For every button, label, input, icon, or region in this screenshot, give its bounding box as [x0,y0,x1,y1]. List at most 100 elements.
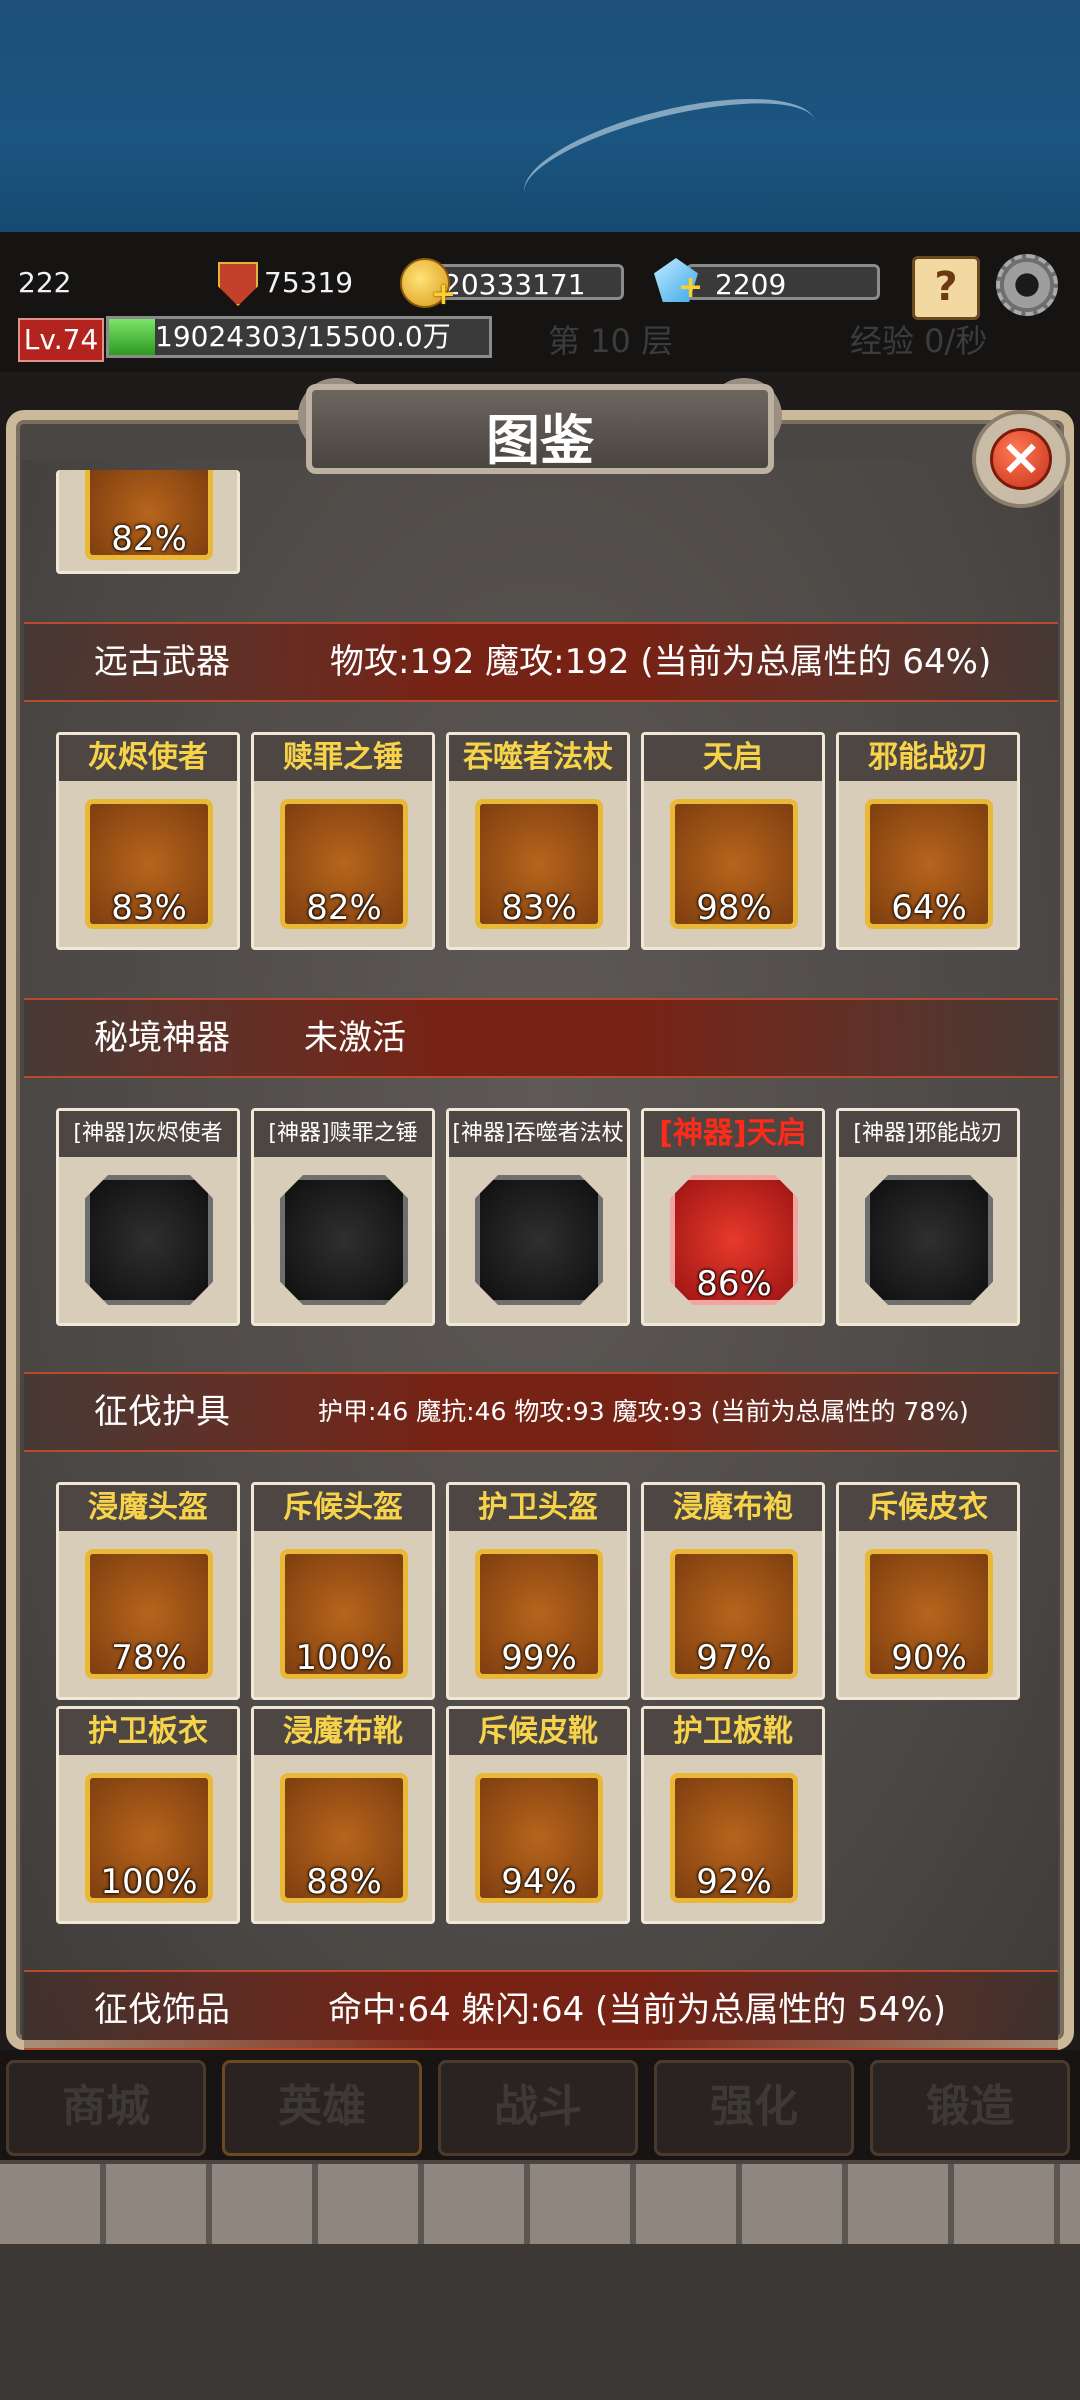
dagger-icon: 98% [670,799,798,929]
item-name: 斥候皮靴 [449,1709,627,1755]
plate-boots-icon: 92% [670,1773,798,1903]
item-name: 护卫板靴 [644,1709,822,1755]
item-card[interactable]: 斥候皮靴 94% [446,1706,630,1924]
item-card[interactable]: 浸魔布靴 88% [251,1706,435,1924]
artifact-card[interactable]: [神器]灰烬使者 [56,1108,240,1326]
artifact-card[interactable]: [神器]邪能战刃 [836,1108,1020,1326]
xp-bar: 19024303/15500.0万 [106,316,492,358]
gold-coin-icon[interactable]: + [400,258,456,312]
item-name: 浸魔头盔 [59,1485,237,1531]
gem-value: 2209 [715,268,787,301]
item-pct: 78% [111,1638,187,1678]
section-stats: 物攻:192 魔攻:192 (当前为总属性的 64%) [330,642,992,682]
sky-arc-decoration [512,75,828,241]
item-card[interactable]: 吞噬者法杖 83% [446,732,630,950]
dagger-artifact-icon: 86% [670,1175,798,1305]
nav-tab-enhance[interactable]: 强化 [654,2060,854,2156]
item-pct: 88% [306,1862,382,1902]
hat-icon: 100% [280,1549,408,1679]
exp-rate-behind: 经验 0/秒 [850,322,988,360]
item-pct: 82% [306,888,382,928]
section-status: 未激活 [304,1018,406,1058]
item-card[interactable]: 护卫板衣 100% [56,1706,240,1924]
help-book-icon[interactable]: ? [912,256,980,320]
item-pct: 90% [891,1638,967,1678]
section-name: 征伐护具 [94,1392,230,1432]
xp-bar-fill [109,319,155,355]
panel-title: 图鉴 [486,409,594,472]
sword-icon: 83% [85,799,213,929]
gem-counter: 2209 [686,264,880,301]
artifact-card[interactable]: [神器]赎罪之锤 [251,1108,435,1326]
leather-vest-icon: 90% [865,1549,993,1679]
item-card[interactable]: 天启 98% [641,732,825,950]
xp-text: 19024303/15500.0万 [155,320,451,353]
item-name: 护卫板衣 [59,1709,237,1755]
artifact-name: [神器]邪能战刃 [839,1111,1017,1157]
nav-tab-forge[interactable]: 锻造 [870,2060,1070,2156]
artifact-name: [神器]吞噬者法杖 [449,1111,627,1157]
item-name: 天启 [644,735,822,781]
item-card[interactable]: 斥候皮衣 90% [836,1482,1020,1700]
item-name: 赎罪之锤 [254,735,432,781]
leather-boots-icon: 94% [475,1773,603,1903]
item-pct: 99% [501,1638,577,1678]
level-badge: Lv.74 [18,318,104,362]
item-pct: 92% [696,1862,772,1902]
staff-icon: 83% [475,799,603,929]
hammer-icon: 82% [280,799,408,929]
section-secret-artifacts-header: 秘境神器 未激活 [24,998,1058,1078]
add-gold-icon: + [430,277,456,312]
brick-wall-decoration [0,2160,1080,2248]
settings-gear-icon[interactable] [996,254,1058,316]
artifact-card[interactable]: [神器]吞噬者法杖 [446,1108,630,1326]
item-name: 灰烬使者 [59,735,237,781]
section-name: 秘境神器 [94,1018,230,1058]
nav-tab-shop[interactable]: 商城 [6,2060,206,2156]
nav-tab-hero[interactable]: 英雄 [222,2060,422,2156]
section-stats: 命中:64 躲闪:64 (当前为总属性的 54%) [328,1990,946,2030]
cloth-boots-icon: 88% [280,1773,408,1903]
item-card[interactable]: 灰烬使者 83% [56,732,240,950]
partial-card[interactable]: 82% [56,470,240,574]
item-name: 浸魔布袍 [644,1485,822,1531]
item-card[interactable]: 邪能战刃 64% [836,732,1020,950]
artifact-name: [神器]赎罪之锤 [254,1111,432,1157]
item-card[interactable]: 护卫头盔 99% [446,1482,630,1700]
item-pct: 94% [501,1862,577,1902]
item-card[interactable]: 斥候头盔 100% [251,1482,435,1700]
hud-left-number: 222 [18,266,72,299]
item-card[interactable]: 浸魔布袍 97% [641,1482,825,1700]
item-pct: 83% [111,888,187,928]
item-pct: 100% [295,1638,393,1678]
section-conquest-accessories-header: 征伐饰品 命中:64 躲闪:64 (当前为总属性的 54%) [24,1970,1058,2050]
item-name: 斥候皮衣 [839,1485,1017,1531]
artifact-name: [神器]灰烬使者 [59,1111,237,1157]
item-pct: 83% [501,888,577,928]
ground-background [0,2244,1080,2400]
item-card[interactable]: 护卫板靴 92% [641,1706,825,1924]
item-name: 邪能战刃 [839,735,1017,781]
artifact-pct: 86% [696,1264,772,1304]
item-name: 斥候头盔 [254,1485,432,1531]
floor-label-behind: 第 10 层 [548,322,674,360]
partial-card-pct: 82% [111,519,187,559]
section-conquest-armor-header: 征伐护具 护甲:46 魔抗:46 物攻:93 魔攻:93 (当前为总属性的 78… [24,1372,1058,1452]
partial-card-icon: 82% [85,470,213,560]
item-pct: 64% [891,888,967,928]
item-pct: 98% [696,888,772,928]
close-button[interactable]: × [972,410,1070,508]
item-name: 吞噬者法杖 [449,735,627,781]
plate-armor-icon: 100% [85,1773,213,1903]
item-pct: 100% [100,1862,198,1902]
item-card[interactable]: 赎罪之锤 82% [251,732,435,950]
item-name: 浸魔布靴 [254,1709,432,1755]
artifact-name: [神器]天启 [644,1111,822,1157]
item-card[interactable]: 浸魔头盔 78% [56,1482,240,1700]
section-name: 征伐饰品 [94,1990,230,2030]
title-plate: 图鉴 [306,384,774,474]
nav-tab-battle[interactable]: 战斗 [438,2060,638,2156]
section-stats: 护甲:46 魔抗:46 物攻:93 魔攻:93 (当前为总属性的 78%) [318,1397,969,1426]
artifact-card-active[interactable]: [神器]天启 86% [641,1108,825,1326]
glaive-icon: 64% [865,799,993,929]
